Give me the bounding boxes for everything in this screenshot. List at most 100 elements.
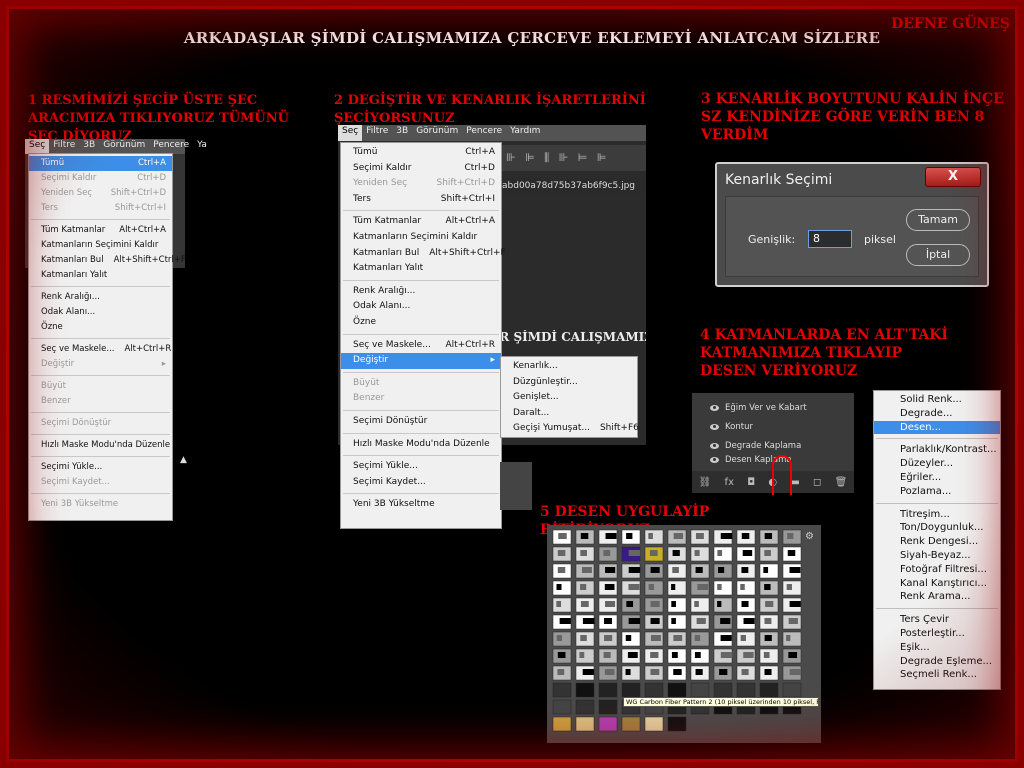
- menu-item[interactable]: Yeniden Seç Shift+Ctrl+D: [341, 176, 501, 192]
- pattern-swatch[interactable]: [598, 597, 618, 613]
- pattern-swatch[interactable]: [713, 682, 733, 698]
- pattern-swatch[interactable]: [667, 631, 687, 647]
- pattern-swatch[interactable]: [667, 614, 687, 630]
- pattern-swatch[interactable]: [575, 597, 595, 613]
- pattern-swatch[interactable]: [644, 563, 664, 579]
- pattern-swatch[interactable]: [782, 648, 802, 664]
- menubar-item[interactable]: 3B: [392, 125, 412, 141]
- pattern-swatch[interactable]: [644, 665, 664, 681]
- eye-icon[interactable]: [710, 457, 719, 463]
- menu-item[interactable]: Ters Shift+Ctrl+I: [29, 201, 172, 216]
- menu-item[interactable]: Benzer: [341, 391, 501, 407]
- pattern-swatch[interactable]: [713, 665, 733, 681]
- menubar-item[interactable]: Seç: [338, 125, 363, 141]
- pattern-swatch[interactable]: [621, 614, 641, 630]
- pattern-swatch[interactable]: [598, 682, 618, 698]
- pattern-swatch[interactable]: [552, 699, 572, 715]
- pattern-swatch[interactable]: [575, 546, 595, 562]
- pattern-swatch[interactable]: [667, 716, 687, 732]
- pattern-swatch[interactable]: [736, 614, 756, 630]
- menu-item[interactable]: Katmanların Seçimini Kaldır: [29, 238, 172, 253]
- pattern-swatch[interactable]: [667, 563, 687, 579]
- pattern-swatch[interactable]: [690, 563, 710, 579]
- pattern-swatch[interactable]: [713, 580, 733, 596]
- menu-item[interactable]: Geçişi Yumuşat... Shift+F6: [501, 421, 639, 437]
- menubar-item[interactable]: Görünüm: [99, 139, 149, 154]
- pattern-swatch[interactable]: [782, 546, 802, 562]
- pattern-swatch[interactable]: [690, 648, 710, 664]
- pattern-swatch[interactable]: [621, 716, 641, 732]
- menu-item[interactable]: Katmanları Bul Alt+Shift+Ctrl+F: [341, 246, 506, 262]
- menubar-item[interactable]: Pencere: [149, 139, 193, 154]
- pattern-swatch[interactable]: [713, 648, 733, 664]
- pattern-swatch[interactable]: [644, 597, 664, 613]
- menu-item[interactable]: Eğriler...: [874, 471, 1000, 485]
- menubar-item[interactable]: Filtre: [49, 139, 79, 154]
- menu-item[interactable]: Yeni 3B Yükseltme: [341, 497, 501, 513]
- pattern-swatch[interactable]: [575, 648, 595, 664]
- menu-item[interactable]: Düzgünleştir...: [501, 375, 637, 391]
- pattern-swatch[interactable]: [598, 580, 618, 596]
- menu-item[interactable]: Fotoğraf Filtresi...: [874, 563, 1000, 577]
- menu-item[interactable]: Genişlet...: [501, 390, 637, 406]
- pattern-swatch[interactable]: [713, 546, 733, 562]
- pattern-swatch[interactable]: [690, 546, 710, 562]
- pattern-swatch[interactable]: [598, 648, 618, 664]
- pattern-swatch[interactable]: [598, 665, 618, 681]
- pattern-swatch[interactable]: [690, 597, 710, 613]
- menu-item[interactable]: Özne: [341, 315, 501, 331]
- pattern-swatch[interactable]: [598, 716, 618, 732]
- pattern-swatch[interactable]: [782, 682, 802, 698]
- menubar-item[interactable]: Ya: [193, 139, 211, 154]
- pattern-swatch[interactable]: [621, 597, 641, 613]
- menu-item[interactable]: Seçimi Dönüştür: [29, 416, 172, 431]
- pattern-swatch[interactable]: [690, 682, 710, 698]
- menu-item[interactable]: Degrade Eşleme...: [874, 655, 1000, 669]
- menu-item[interactable]: Katmanları Bul Alt+Shift+Ctrl+F: [29, 253, 186, 268]
- pattern-swatch[interactable]: [644, 614, 664, 630]
- layer-row-gradient[interactable]: Degrade Kaplama: [710, 437, 801, 455]
- pattern-swatch[interactable]: [621, 529, 641, 545]
- pattern-swatch[interactable]: [713, 614, 733, 630]
- menu-item[interactable]: Posterleştir...: [874, 627, 1000, 641]
- pattern-swatch[interactable]: [759, 648, 779, 664]
- pattern-swatch[interactable]: [621, 648, 641, 664]
- pattern-swatch[interactable]: [759, 597, 779, 613]
- pattern-swatch[interactable]: [575, 699, 595, 715]
- pattern-swatch[interactable]: [552, 614, 572, 630]
- pattern-swatch[interactable]: [759, 546, 779, 562]
- menu-item[interactable]: Seç ve Maskele... Alt+Ctrl+R: [341, 338, 501, 354]
- pattern-swatch[interactable]: [575, 563, 595, 579]
- pattern-swatch[interactable]: [759, 614, 779, 630]
- pattern-swatch[interactable]: [552, 529, 572, 545]
- pattern-swatch[interactable]: [736, 665, 756, 681]
- pattern-swatch[interactable]: [552, 682, 572, 698]
- pattern-swatch[interactable]: [598, 563, 618, 579]
- pattern-swatch[interactable]: [621, 546, 641, 562]
- menu-item[interactable]: Tümü Ctrl+A: [341, 145, 501, 161]
- pattern-swatch[interactable]: [782, 563, 802, 579]
- pattern-swatch[interactable]: [575, 614, 595, 630]
- pattern-swatch[interactable]: [644, 580, 664, 596]
- pattern-swatch[interactable]: [667, 529, 687, 545]
- pattern-swatch[interactable]: [690, 529, 710, 545]
- pattern-swatch[interactable]: [598, 529, 618, 545]
- pattern-swatch[interactable]: [598, 631, 618, 647]
- menu-item[interactable]: Seçimi Kaldır Ctrl+D: [29, 171, 172, 186]
- pattern-swatch[interactable]: [667, 665, 687, 681]
- pattern-swatch[interactable]: [759, 580, 779, 596]
- menu-item[interactable]: Odak Alanı...: [341, 299, 501, 315]
- layer-toolbar-icon[interactable]: ⛓: [699, 477, 712, 488]
- menubar-item[interactable]: Yardım: [506, 125, 544, 141]
- pattern-swatch[interactable]: [736, 529, 756, 545]
- pattern-swatch[interactable]: [782, 529, 802, 545]
- pattern-swatch[interactable]: [667, 648, 687, 664]
- menu-item[interactable]: Değiştir ▸: [29, 357, 172, 372]
- menu-item[interactable]: Büyüt: [29, 379, 172, 394]
- pattern-swatch[interactable]: [759, 682, 779, 698]
- pattern-swatch[interactable]: [552, 563, 572, 579]
- pattern-swatch[interactable]: [575, 580, 595, 596]
- menu-item[interactable]: Katmanları Yalıt: [341, 261, 501, 277]
- pattern-swatch[interactable]: [667, 580, 687, 596]
- menu-item[interactable]: Ton/Doygunluk...: [874, 521, 1000, 535]
